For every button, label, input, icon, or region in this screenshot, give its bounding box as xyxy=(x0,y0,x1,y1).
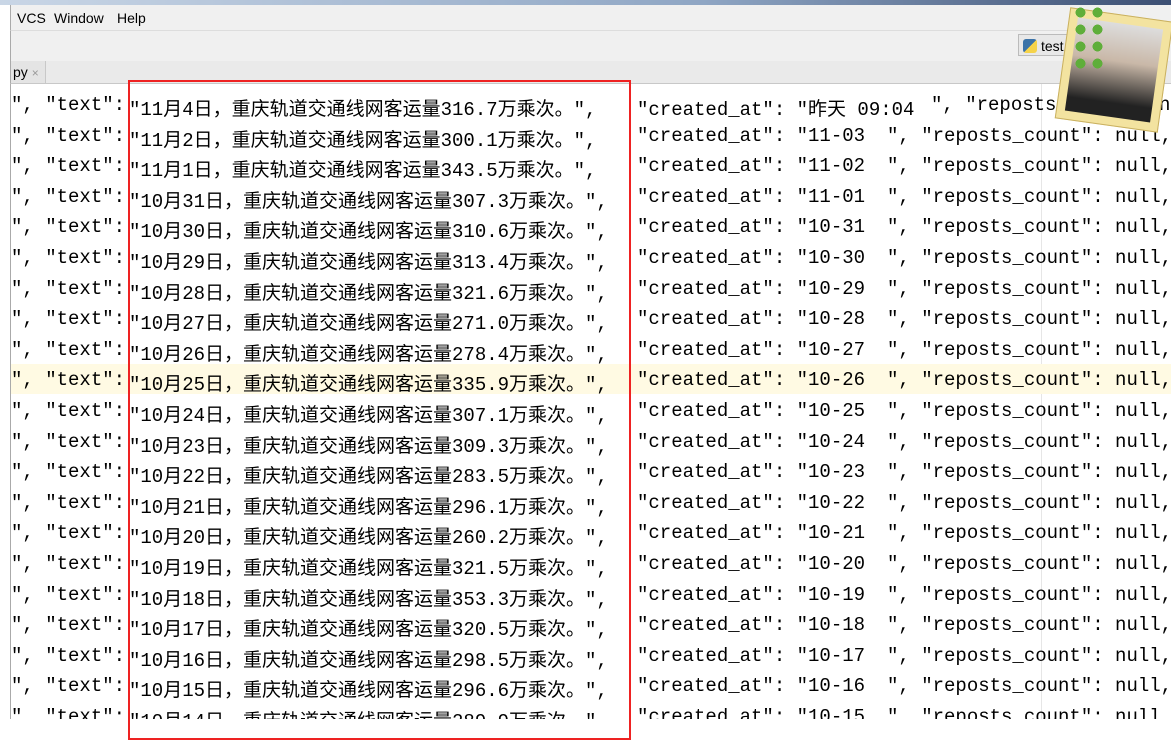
text-key: ", "text": xyxy=(11,553,126,575)
text-key: ", "text": xyxy=(11,124,126,147)
reposts-count: ", "reposts_count": null, "co xyxy=(887,338,1171,361)
reposts-count: ", "reposts_count": null, "co xyxy=(887,400,1171,422)
created-at: "created_at": "10-25 xyxy=(637,400,866,422)
text-key: ", "text": xyxy=(11,400,126,422)
text-key: ", "text": xyxy=(11,675,126,698)
menu-help[interactable]: Help xyxy=(117,10,146,26)
reposts-count: ", "reposts_count": null, "co xyxy=(887,216,1171,239)
text-key: ", "text": xyxy=(11,369,126,392)
created-at: "created_at": "10-17 xyxy=(637,644,866,667)
text-key: ", "text": xyxy=(11,430,126,453)
reposts-count: ", "reposts_count": null, "co xyxy=(887,706,1171,719)
reposts-count: ", "reposts_count": null, "co xyxy=(887,277,1171,300)
created-at: "created_at": "11-03 xyxy=(637,124,866,147)
text-key: ", "text": xyxy=(11,185,126,208)
text-key: ", "text": xyxy=(11,94,126,116)
text-key: ", "text": xyxy=(11,216,126,239)
reposts-count: ", "reposts_count": null, "co xyxy=(887,461,1171,484)
reposts-count: ", "reposts_count": null, "co xyxy=(887,644,1171,667)
reposts-count: ", "reposts_count": null, "co xyxy=(887,553,1171,575)
close-icon[interactable]: × xyxy=(32,66,39,80)
reposts-count: ", "reposts_count": null, "co xyxy=(887,522,1171,545)
created-at: "created_at": "10-28 xyxy=(637,308,866,331)
created-at: "created_at": "10-22 xyxy=(637,491,866,514)
text-key: ", "text": xyxy=(11,461,126,484)
created-at: "created_at": "10-19 xyxy=(637,583,866,606)
leaf-decoration xyxy=(1072,4,1106,74)
created-at: "created_at": "10-20 xyxy=(637,553,866,575)
reposts-count: ", "reposts_count": null, "co xyxy=(887,491,1171,514)
created-at: "created_at": "10-26 xyxy=(637,369,866,392)
created-at: "created_at": "11-02 xyxy=(637,155,866,178)
text-key: ", "text": xyxy=(11,277,126,300)
reposts-count: ", "reposts_count": null, "co xyxy=(887,675,1171,698)
created-at: "created_at": "10-15 xyxy=(637,706,866,719)
reposts-count: ", "reposts_count": null, "co xyxy=(887,185,1171,208)
reposts-count: ", "reposts_count": null, "co xyxy=(887,614,1171,637)
created-at: "created_at": "10-31 xyxy=(637,216,866,239)
text-key: ", "text": xyxy=(11,308,126,331)
created-at: "created_at": "10-27 xyxy=(637,338,866,361)
created-at: "created_at": "10-30 xyxy=(637,247,866,269)
reposts-count: ", "reposts_count": null, "co xyxy=(887,308,1171,331)
menu-window[interactable]: Window xyxy=(54,10,104,26)
python-icon xyxy=(1023,39,1037,53)
created-at: "created_at": "10-23 xyxy=(637,461,866,484)
created-at: "created_at": "11-01 xyxy=(637,185,866,208)
text-key: ", "text": xyxy=(11,338,126,361)
created-at: "created_at": "昨天 09:04 xyxy=(637,99,915,121)
text-key: ", "text": xyxy=(11,155,126,178)
reposts-count: ", "reposts_count": null, "co xyxy=(887,247,1171,269)
text-key: ", "text": xyxy=(11,644,126,667)
text-key: ", "text": xyxy=(11,614,126,637)
toolbar: test ( xyxy=(10,30,1171,62)
created-at: "created_at": "10-21 xyxy=(637,522,866,545)
created-at: "created_at": "10-16 xyxy=(637,675,866,698)
text-key: ", "text": xyxy=(11,522,126,545)
created-at: "created_at": "10-24 xyxy=(637,430,866,453)
menu-bar: VCS Window Help xyxy=(10,5,1171,30)
reposts-count: ", "reposts_count": null, "co xyxy=(887,155,1171,178)
created-at: "created_at": "10-29 xyxy=(637,277,866,300)
highlight-box xyxy=(128,80,631,740)
text-key: ", "text": xyxy=(11,491,126,514)
reposts-count: ", "reposts_count": null, "co xyxy=(887,430,1171,453)
text-key: ", "text": xyxy=(11,583,126,606)
text-key: ", "text": xyxy=(11,706,126,719)
reposts-count: ", "reposts_count": null, "co xyxy=(887,369,1171,392)
reposts-count: ", "reposts_count": null, "co xyxy=(887,583,1171,606)
editor-tab[interactable]: py × xyxy=(11,61,46,83)
created-at: "created_at": "10-18 xyxy=(637,614,866,637)
tab-label: py xyxy=(13,64,28,80)
menu-vcs[interactable]: VCS xyxy=(17,10,46,26)
text-key: ", "text": xyxy=(11,247,126,269)
